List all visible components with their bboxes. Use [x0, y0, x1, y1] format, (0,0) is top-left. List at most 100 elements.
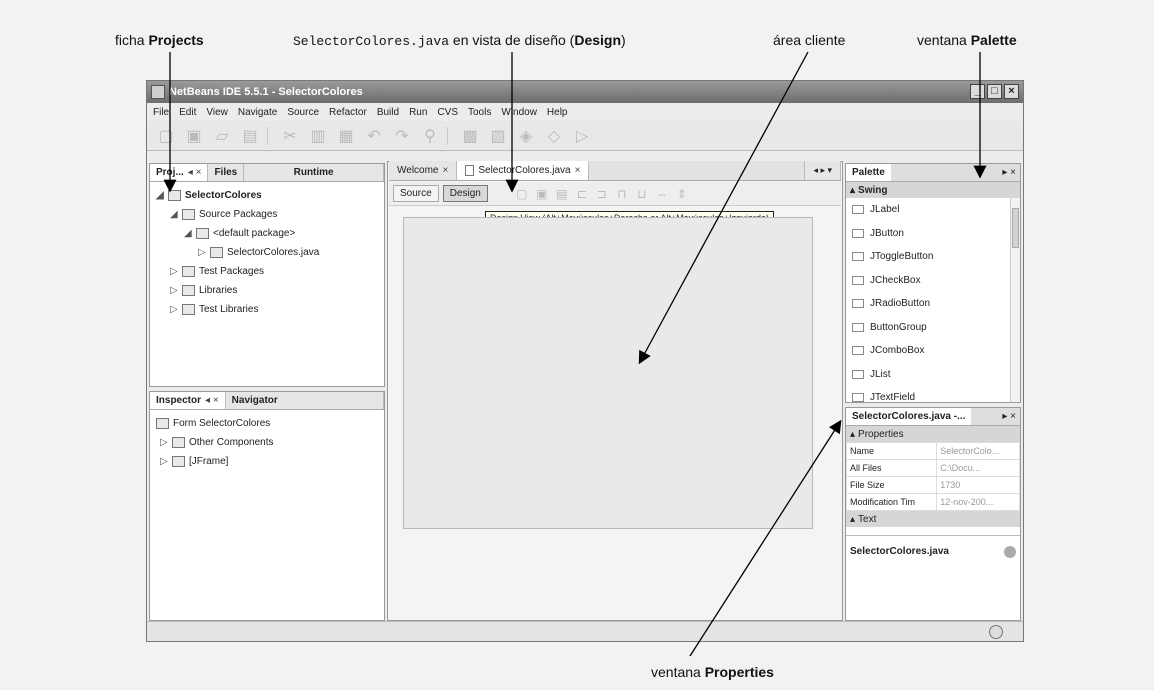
source-button[interactable]: Source: [393, 185, 439, 202]
palette-item-jtextfield[interactable]: JTextField: [846, 386, 1020, 410]
align-top-icon[interactable]: ⊓: [614, 183, 630, 205]
redo-icon[interactable]: ↷: [391, 125, 413, 147]
palette-item-buttongroup[interactable]: ButtonGroup: [846, 316, 1020, 340]
tree-node-default-package[interactable]: ◢ <default package>: [156, 224, 378, 243]
palette-item-jlist[interactable]: JList: [846, 363, 1020, 387]
menu-refactor[interactable]: Refactor: [329, 107, 367, 118]
menu-window[interactable]: Window: [501, 107, 537, 118]
close-icon[interactable]: ×: [443, 165, 449, 176]
connection-mode-icon[interactable]: ▣: [534, 183, 550, 205]
palette-section-swing[interactable]: ▴ Swing: [846, 182, 1020, 198]
tab-navigator[interactable]: Navigator: [225, 392, 384, 409]
property-name: Modification Tim: [845, 493, 938, 511]
align-right-icon[interactable]: ⊐: [594, 183, 610, 205]
properties-panel: SelectorColores.java -... ▸ × ▴ Properti…: [845, 407, 1021, 621]
label-icon: [852, 205, 864, 215]
properties-section-text[interactable]: ▴ Text: [846, 511, 1020, 527]
close-icon[interactable]: ×: [575, 165, 581, 176]
tree-node-java-file[interactable]: ▷ SelectorColores.java: [156, 243, 378, 262]
new-file-icon[interactable]: ▢: [155, 125, 177, 147]
run-icon[interactable]: ◈: [515, 125, 537, 147]
property-name: File Size: [845, 476, 938, 494]
tab-files[interactable]: Files: [208, 164, 245, 181]
properties-controls[interactable]: ▸ ×: [1002, 408, 1020, 425]
open-project-icon[interactable]: ▱: [211, 125, 233, 147]
help-icon[interactable]: [1004, 546, 1016, 558]
folder-icon: [182, 304, 195, 315]
scrollbar-thumb[interactable]: [1012, 208, 1019, 248]
property-value[interactable]: 1730: [936, 476, 1020, 494]
debug-icon[interactable]: ◇: [543, 125, 565, 147]
menu-build[interactable]: Build: [377, 107, 399, 118]
properties-section[interactable]: ▴ Properties: [846, 426, 1020, 442]
palette-controls[interactable]: ▸ ×: [1002, 164, 1020, 181]
cut-icon[interactable]: ✂: [279, 125, 301, 147]
save-all-icon[interactable]: ▤: [239, 125, 261, 147]
folder-icon: [182, 266, 195, 277]
property-value[interactable]: 12-nov-200...: [936, 493, 1020, 511]
tree-node-test-packages[interactable]: ▷ Test Packages: [156, 262, 378, 281]
menu-edit[interactable]: Edit: [179, 107, 196, 118]
palette-item-jcombobox[interactable]: JComboBox: [846, 339, 1020, 363]
resize-vertical-icon[interactable]: ⇕: [674, 183, 690, 205]
palette-item-jbutton[interactable]: JButton: [846, 222, 1020, 246]
new-project-icon[interactable]: ▣: [183, 125, 205, 147]
property-row[interactable]: File Size 1730: [845, 476, 1020, 494]
tree-node-source-packages[interactable]: ◢ Source Packages: [156, 205, 378, 224]
maximize-icon[interactable]: □: [987, 84, 1002, 99]
property-name: Name: [845, 442, 938, 460]
build-icon[interactable]: ▩: [459, 125, 481, 147]
menu-view[interactable]: View: [206, 107, 228, 118]
palette-scrollbar[interactable]: [1010, 198, 1020, 402]
menu-navigate[interactable]: Navigate: [238, 107, 277, 118]
menu-tools[interactable]: Tools: [468, 107, 491, 118]
align-bottom-icon[interactable]: ⊔: [634, 183, 650, 205]
menu-source[interactable]: Source: [287, 107, 319, 118]
property-value[interactable]: C:\Docu...: [936, 459, 1020, 477]
property-row[interactable]: Modification Tim 12-nov-200...: [845, 493, 1020, 511]
resize-horizontal-icon[interactable]: ⇔: [654, 183, 670, 205]
clean-build-icon[interactable]: ▧: [487, 125, 509, 147]
profile-icon[interactable]: ▷: [571, 125, 593, 147]
menu-cvs[interactable]: CVS: [437, 107, 458, 118]
tree-node-test-libraries[interactable]: ▷ Test Libraries: [156, 300, 378, 319]
property-row[interactable]: Name SelectorColo...: [845, 442, 1020, 460]
preview-icon[interactable]: ▤: [554, 183, 570, 205]
tab-projects[interactable]: Proj... ◂ ×: [150, 164, 209, 181]
selection-mode-icon[interactable]: ▢: [514, 183, 530, 205]
tree-node-project[interactable]: ◢ SelectorColores: [156, 186, 378, 205]
status-icon[interactable]: [989, 625, 1003, 639]
property-row[interactable]: All Files C:\Docu...: [845, 459, 1020, 477]
palette-title: Palette: [846, 164, 891, 181]
palette-item-jcheckbox[interactable]: JCheckBox: [846, 269, 1020, 293]
menu-help[interactable]: Help: [547, 107, 568, 118]
palette-item-jradiobutton[interactable]: JRadioButton: [846, 292, 1020, 316]
copy-icon[interactable]: ▥: [307, 125, 329, 147]
menu-file[interactable]: File: [153, 107, 169, 118]
tab-inspector[interactable]: Inspector ◂ ×: [150, 392, 226, 409]
design-button[interactable]: Design: [442, 185, 488, 202]
tab-runtime[interactable]: Runtime: [244, 164, 384, 181]
property-value[interactable]: SelectorColo...: [936, 442, 1020, 460]
close-icon[interactable]: ◂ ×: [188, 167, 202, 178]
undo-icon[interactable]: ↶: [363, 125, 385, 147]
tree-node-jframe[interactable]: ▷ [JFrame]: [156, 452, 378, 471]
scroll-tabs-icon[interactable]: ◂ ▸ ▾: [804, 161, 841, 180]
close-icon[interactable]: ◂ ×: [205, 395, 219, 406]
align-left-icon[interactable]: ⊏: [574, 183, 590, 205]
tree-node-form[interactable]: Form SelectorColores: [156, 414, 378, 433]
find-icon[interactable]: ⚲: [419, 125, 441, 147]
minimize-icon[interactable]: _: [970, 84, 985, 99]
properties-title: SelectorColores.java -...: [846, 408, 972, 425]
tree-node-other-components[interactable]: ▷ Other Components: [156, 433, 378, 452]
palette-item-jtogglebutton[interactable]: JToggleButton: [846, 245, 1020, 269]
tree-node-libraries[interactable]: ▷ Libraries: [156, 281, 378, 300]
tab-selectorcolores-java[interactable]: SelectorColores.java ×: [457, 161, 590, 180]
design-canvas[interactable]: [403, 217, 813, 529]
title-bar: NetBeans IDE 5.5.1 - SelectorColores _ □…: [147, 81, 1023, 103]
menu-run[interactable]: Run: [409, 107, 427, 118]
tab-welcome[interactable]: Welcome ×: [389, 161, 458, 180]
paste-icon[interactable]: ▦: [335, 125, 357, 147]
palette-item-jlabel[interactable]: JLabel: [846, 198, 1020, 222]
close-icon[interactable]: ×: [1004, 84, 1019, 99]
